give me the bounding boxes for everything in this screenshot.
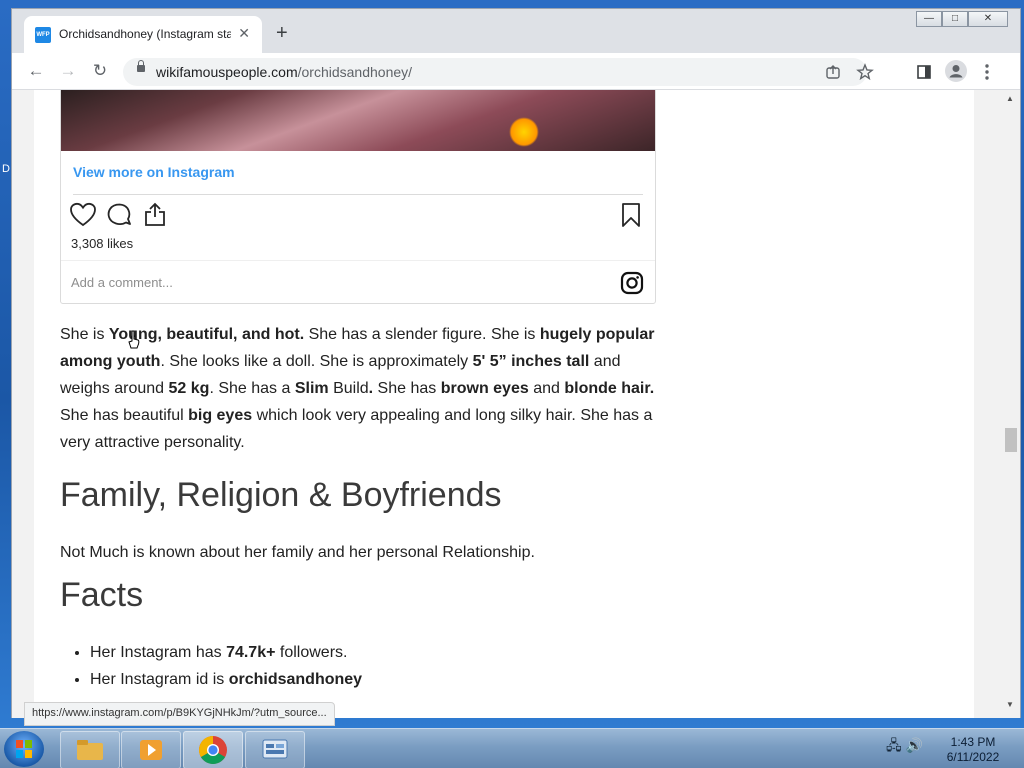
address-bar[interactable]: wikifamouspeople.com/orchidsandhoney/ [123,58,874,86]
tab-title: Orchidsandhoney (Instagram sta [59,27,231,41]
comment-icon[interactable] [106,202,133,228]
minimize-button[interactable]: — [916,11,942,27]
maximize-button[interactable]: □ [942,11,968,27]
back-button[interactable]: ← [25,60,47,82]
browser-tab[interactable]: WFP Orchidsandhoney (Instagram sta ✕ [24,16,262,53]
likes-count[interactable]: 3,308 likes [71,236,133,251]
media-player-icon [140,740,162,760]
bold-text: 5' 5” inches tall [472,353,590,370]
chrome-icon [199,736,227,764]
reload-button[interactable]: ↻ [89,60,111,82]
list-item: Her Instagram id is orchidsandhoney [90,666,362,693]
share-post-icon[interactable] [143,201,167,227]
status-bar-url: https://www.instagram.com/p/B9KYGjNHkJm/… [24,702,335,726]
scroll-down-arrow-icon[interactable]: ▼ [1006,700,1014,709]
taskbar: 🖧 🔊 1:43 PM 6/11/2022 [0,728,1024,768]
text-segment: Build [328,380,369,397]
volume-icon[interactable]: 🔊 [906,737,923,753]
hand-cursor-icon [128,330,140,349]
start-button[interactable] [4,731,44,767]
menu-dots-icon[interactable] [984,63,990,81]
taskbar-explorer[interactable] [60,731,120,768]
browser-window: WFP Orchidsandhoney (Instagram sta ✕ + —… [11,8,1021,726]
bold-text: Slim [294,380,329,397]
page-scrollbar[interactable]: ▲ ▼ [1005,90,1020,718]
scroll-up-arrow-icon[interactable]: ▲ [1006,94,1014,103]
family-text: Not Much is known about her family and h… [60,544,535,561]
lock-icon[interactable] [137,60,145,72]
heart-icon[interactable] [69,202,97,228]
text-segment: . She has a [209,380,295,397]
heading-family: Family, Religion & Boyfriends [60,476,502,514]
forward-button[interactable]: → [57,60,79,82]
facts-list: Her Instagram has 74.7k+ followers. Her … [60,639,362,693]
text-segment: She has [373,380,441,397]
save-bookmark-icon[interactable] [621,202,641,228]
tab-strip: WFP Orchidsandhoney (Instagram sta ✕ + —… [12,9,1020,53]
network-icon[interactable]: 🖧 [886,737,902,753]
site-favicon: WFP [35,27,51,43]
bookmark-star-icon[interactable] [856,63,874,81]
list-item: Her Instagram has 74.7k+ followers. [90,639,362,666]
article-page: View more on Instagram 3,308 likes Add a… [34,90,974,718]
control-panel-icon [262,739,288,759]
comment-box[interactable]: Add a comment... [61,260,655,304]
folder-icon [77,740,103,760]
text-segment: She has a slender figure. She is [304,326,540,343]
taskbar-clock[interactable]: 1:43 PM 6/11/2022 [940,735,1006,765]
comment-placeholder: Add a comment... [71,275,173,290]
text-segment: and [528,380,565,397]
instagram-embed: View more on Instagram 3,308 likes Add a… [60,90,656,304]
text-segment: . She looks like a doll. She is approxim… [160,353,473,370]
url-path: /orchidsandhoney/ [297,64,413,80]
page-viewport[interactable]: View more on Instagram 3,308 likes Add a… [12,90,1010,718]
profile-avatar-icon[interactable] [945,60,967,82]
photo-highlight [509,117,539,147]
desktop-icon-label: D [2,163,10,175]
text-segment: She has beautiful [60,407,189,424]
instagram-photo[interactable] [61,90,655,151]
body-paragraph: She is Young, beautiful, and hot. She ha… [60,321,660,456]
heading-facts: Facts [60,576,144,614]
text-segment: She is [60,326,109,343]
bold-text: brown eyes [440,380,529,397]
close-window-button[interactable]: ✕ [968,11,1008,27]
side-panel-icon[interactable] [916,64,932,80]
tab-close-icon[interactable]: ✕ [238,25,250,42]
windows-logo-icon [16,740,32,758]
share-icon[interactable] [825,64,841,80]
system-tray: 🖧 🔊 [886,735,923,759]
taskbar-control-panel[interactable] [245,731,305,768]
instagram-logo-icon[interactable] [620,271,644,295]
clock-time: 1:43 PM [950,735,996,749]
clock-date: 6/11/2022 [946,750,1000,764]
person-icon [949,65,963,78]
view-more-link[interactable]: View more on Instagram [73,164,235,180]
scrollbar-thumb[interactable] [1005,428,1017,452]
url-text[interactable]: wikifamouspeople.com/orchidsandhoney/ [156,64,412,80]
taskbar-media-player[interactable] [121,731,181,768]
bold-text: big eyes [188,407,253,424]
taskbar-chrome[interactable] [183,731,243,768]
bold-text: blonde hair. [564,380,655,397]
browser-toolbar: ← → ↻ wikifamouspeople.com/orchidsandhon… [12,53,1020,90]
new-tab-button[interactable]: + [276,23,288,43]
bold-text: 52 kg [168,380,210,397]
url-domain: wikifamouspeople.com [156,64,298,80]
divider [73,194,643,195]
